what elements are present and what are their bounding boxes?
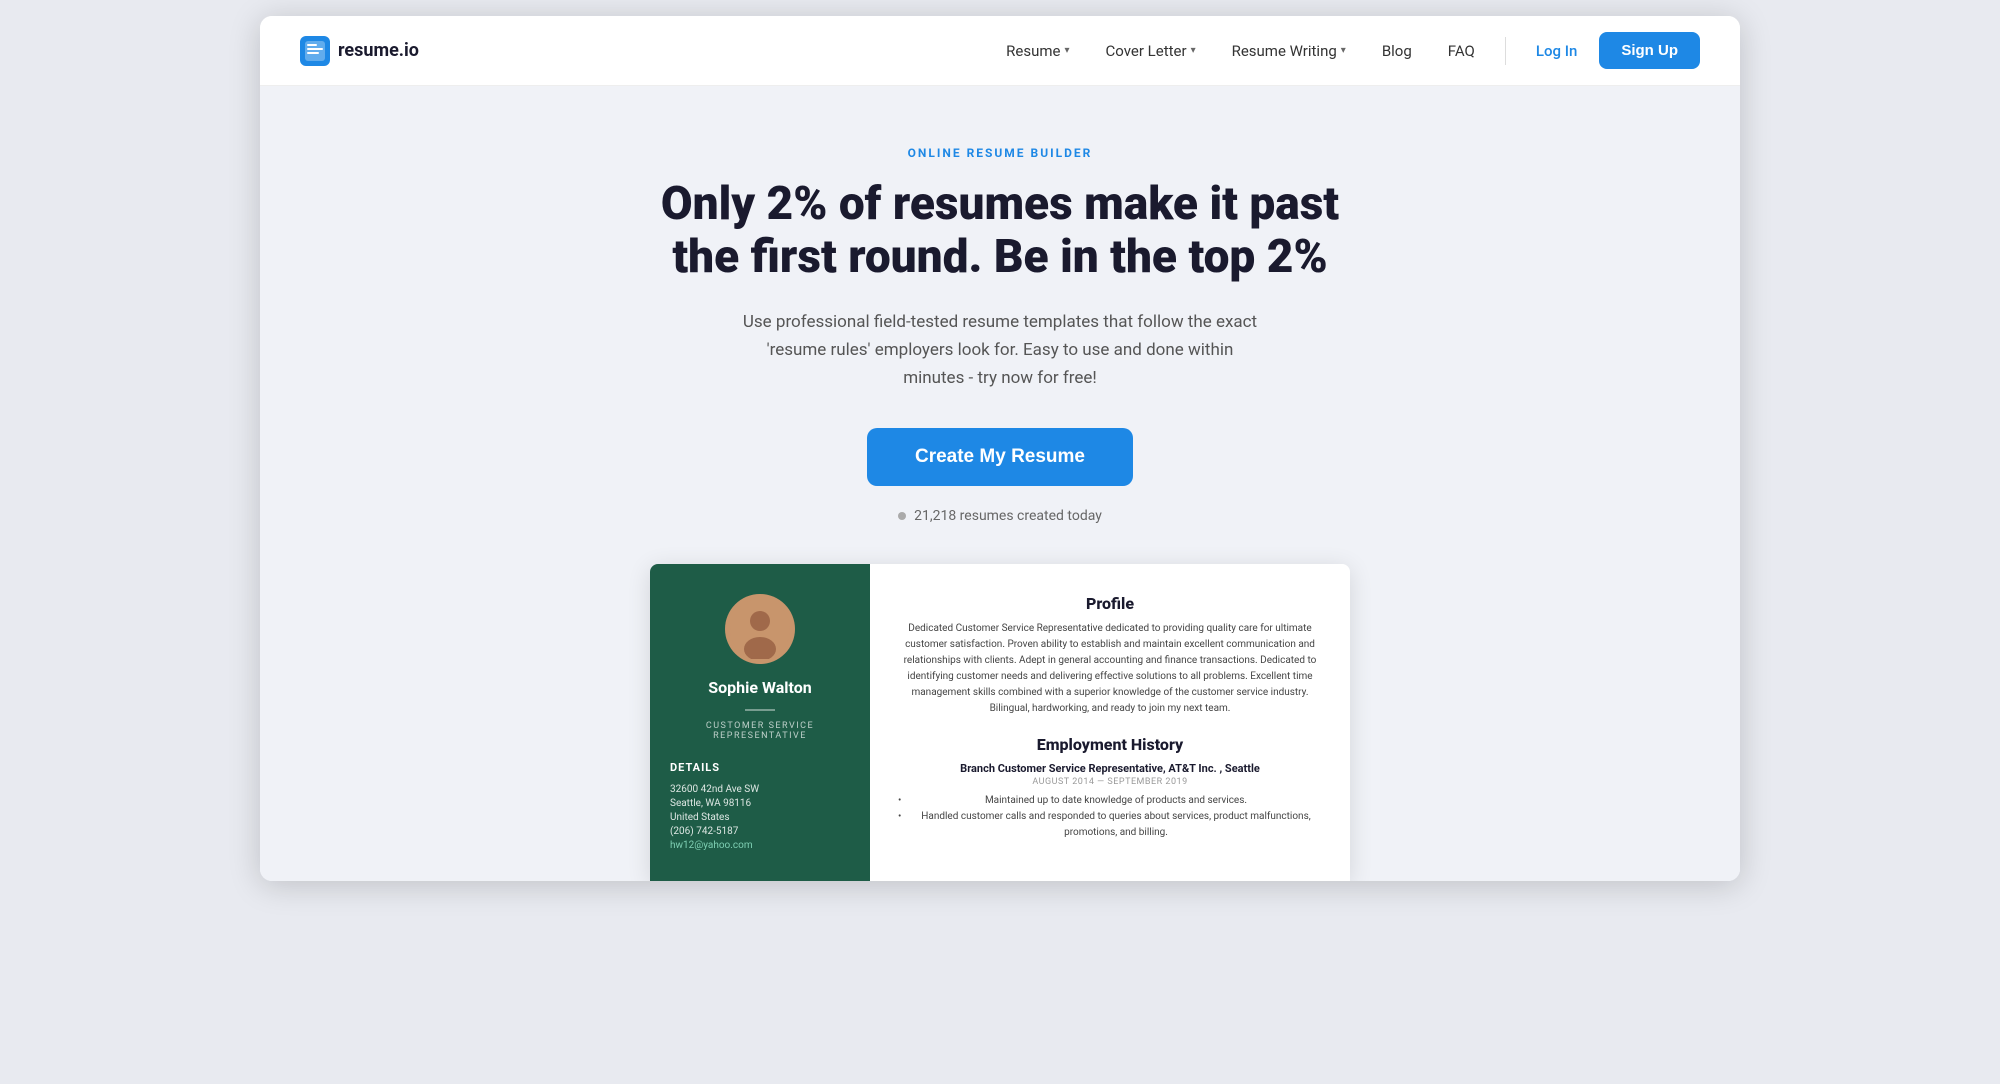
nav-divider [1505,37,1506,65]
hero-title: Only 2% of resumes make it past the firs… [660,178,1340,284]
resume-avatar [725,594,795,664]
chevron-down-icon: ▾ [1191,45,1196,56]
resume-preview: Sophie Walton CUSTOMER SERVICEREPRESENTA… [650,564,1350,881]
resume-country: United States [670,812,730,823]
hero-section: ONLINE RESUME BUILDER Only 2% of resumes… [260,86,1740,881]
resume-sidebar: Sophie Walton CUSTOMER SERVICEREPRESENTA… [650,564,870,881]
resume-bullet-2: Handled customer calls and responded to … [898,809,1322,841]
resume-address1: 32600 42nd Ave SW [670,784,759,795]
resume-employment-title: Employment History [898,735,1322,754]
nav-resume-writing[interactable]: Resume Writing ▾ [1218,34,1360,68]
logo[interactable]: resume.io [300,36,419,66]
login-link[interactable]: Log In [1522,34,1591,68]
resume-profile-text: Dedicated Customer Service Representativ… [898,621,1322,717]
resume-content: Profile Dedicated Customer Service Repre… [870,564,1350,881]
nav-blog[interactable]: Blog [1368,34,1426,68]
resume-job-title-label: CUSTOMER SERVICEREPRESENTATIVE [706,721,814,741]
resume-address2: Seattle, WA 98116 [670,798,751,809]
hero-subtitle: Use professional field-tested resume tem… [740,308,1260,392]
resume-job1-title: Branch Customer Service Representative, … [898,762,1322,775]
resume-phone: (206) 742-5187 [670,826,738,837]
resume-details-label: Details [670,761,720,774]
chevron-down-icon: ▾ [1341,45,1346,56]
hero-eyebrow: ONLINE RESUME BUILDER [908,146,1093,160]
resume-email: hw12@yahoo.com [670,840,753,851]
resume-name: Sophie Walton [708,678,811,697]
signup-button[interactable]: Sign Up [1599,32,1700,69]
resume-profile-title: Profile [898,594,1322,613]
stat-dot [898,512,906,520]
nav-resume[interactable]: Resume ▾ [992,34,1083,68]
resume-divider [745,709,775,711]
nav-cover-letter[interactable]: Cover Letter ▾ [1092,34,1210,68]
resume-job1-dates: AUGUST 2014 — SEPTEMBER 2019 [898,777,1322,787]
browser-window: resume.io Resume ▾ Cover Letter ▾ Resume… [260,16,1740,881]
hero-stat: 21,218 resumes created today [898,508,1102,524]
resume-bullet-1: Maintained up to date knowledge of produ… [898,793,1322,809]
nav-faq[interactable]: FAQ [1434,34,1489,68]
chevron-down-icon: ▾ [1065,45,1070,56]
navbar: resume.io Resume ▾ Cover Letter ▾ Resume… [260,16,1740,86]
cta-button[interactable]: Create My Resume [867,428,1133,486]
navbar-links: Resume ▾ Cover Letter ▾ Resume Writing ▾… [992,32,1700,69]
